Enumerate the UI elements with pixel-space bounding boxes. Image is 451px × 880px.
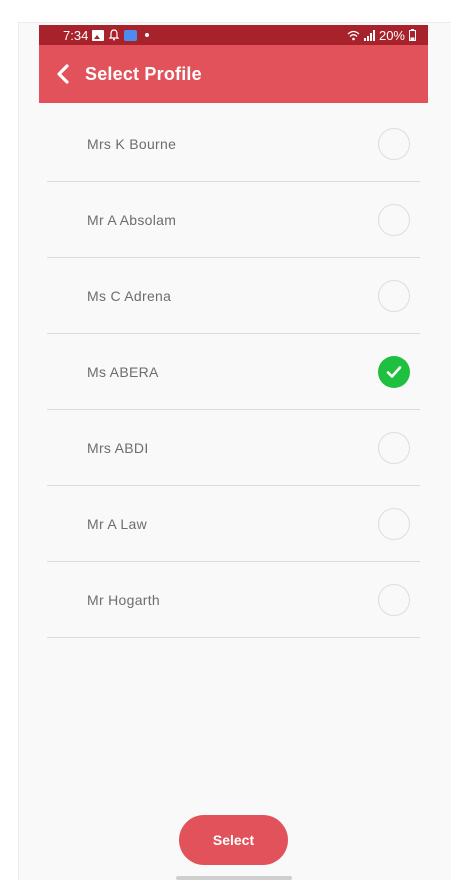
profile-radio[interactable]	[378, 431, 410, 464]
profile-radio[interactable]	[378, 583, 410, 616]
page-title: Select Profile	[85, 63, 202, 84]
profile-row[interactable]: Mr A Law	[47, 486, 420, 562]
profile-name: Mrs K Bourne	[87, 135, 177, 152]
check-icon	[386, 365, 402, 378]
battery-icon	[409, 29, 416, 41]
profile-radio[interactable]	[378, 127, 410, 160]
profile-radio[interactable]	[378, 203, 410, 236]
profile-name: Mr A Law	[87, 515, 147, 532]
status-bar: 7:34 20%	[39, 25, 428, 45]
profile-row-selected[interactable]: Ms ABERA	[47, 334, 420, 410]
profile-radio-checked[interactable]	[378, 355, 410, 388]
app-bar: Select Profile	[39, 45, 428, 103]
profile-radio[interactable]	[378, 507, 410, 540]
gallery-notification-icon	[92, 29, 105, 41]
profile-row[interactable]: Mr A Absolam	[47, 182, 420, 258]
profile-radio[interactable]	[378, 279, 410, 312]
status-time: 7:34	[63, 27, 89, 43]
profile-row[interactable]: Mr Hogarth	[47, 562, 420, 638]
profile-name: Mr Hogarth	[87, 591, 161, 608]
wifi-icon	[347, 30, 360, 40]
battery-percent: 20%	[378, 27, 405, 43]
app-notification-icon	[124, 29, 138, 41]
select-button[interactable]: Select	[179, 815, 288, 865]
signal-icon	[363, 29, 375, 41]
status-right: 20%	[347, 28, 416, 43]
profile-name: Ms C Adrena	[87, 287, 172, 304]
profile-name: Mrs ABDI	[87, 439, 149, 456]
chevron-left-icon	[57, 64, 69, 84]
home-indicator[interactable]	[176, 876, 292, 880]
back-button[interactable]	[43, 45, 83, 103]
profile-name: Ms ABERA	[87, 363, 159, 380]
profile-row[interactable]: Ms C Adrena	[47, 258, 420, 334]
profile-row[interactable]: Mrs K Bourne	[47, 106, 420, 182]
profile-name: Mr A Absolam	[87, 211, 177, 228]
bell-notification-icon	[108, 29, 120, 41]
profile-row[interactable]: Mrs ABDI	[47, 410, 420, 486]
status-left: 7:34	[63, 27, 150, 43]
more-notifications-icon	[145, 33, 150, 37]
profile-list: Mrs K Bourne Mr A Absolam Ms C Adrena Ms…	[47, 106, 420, 638]
